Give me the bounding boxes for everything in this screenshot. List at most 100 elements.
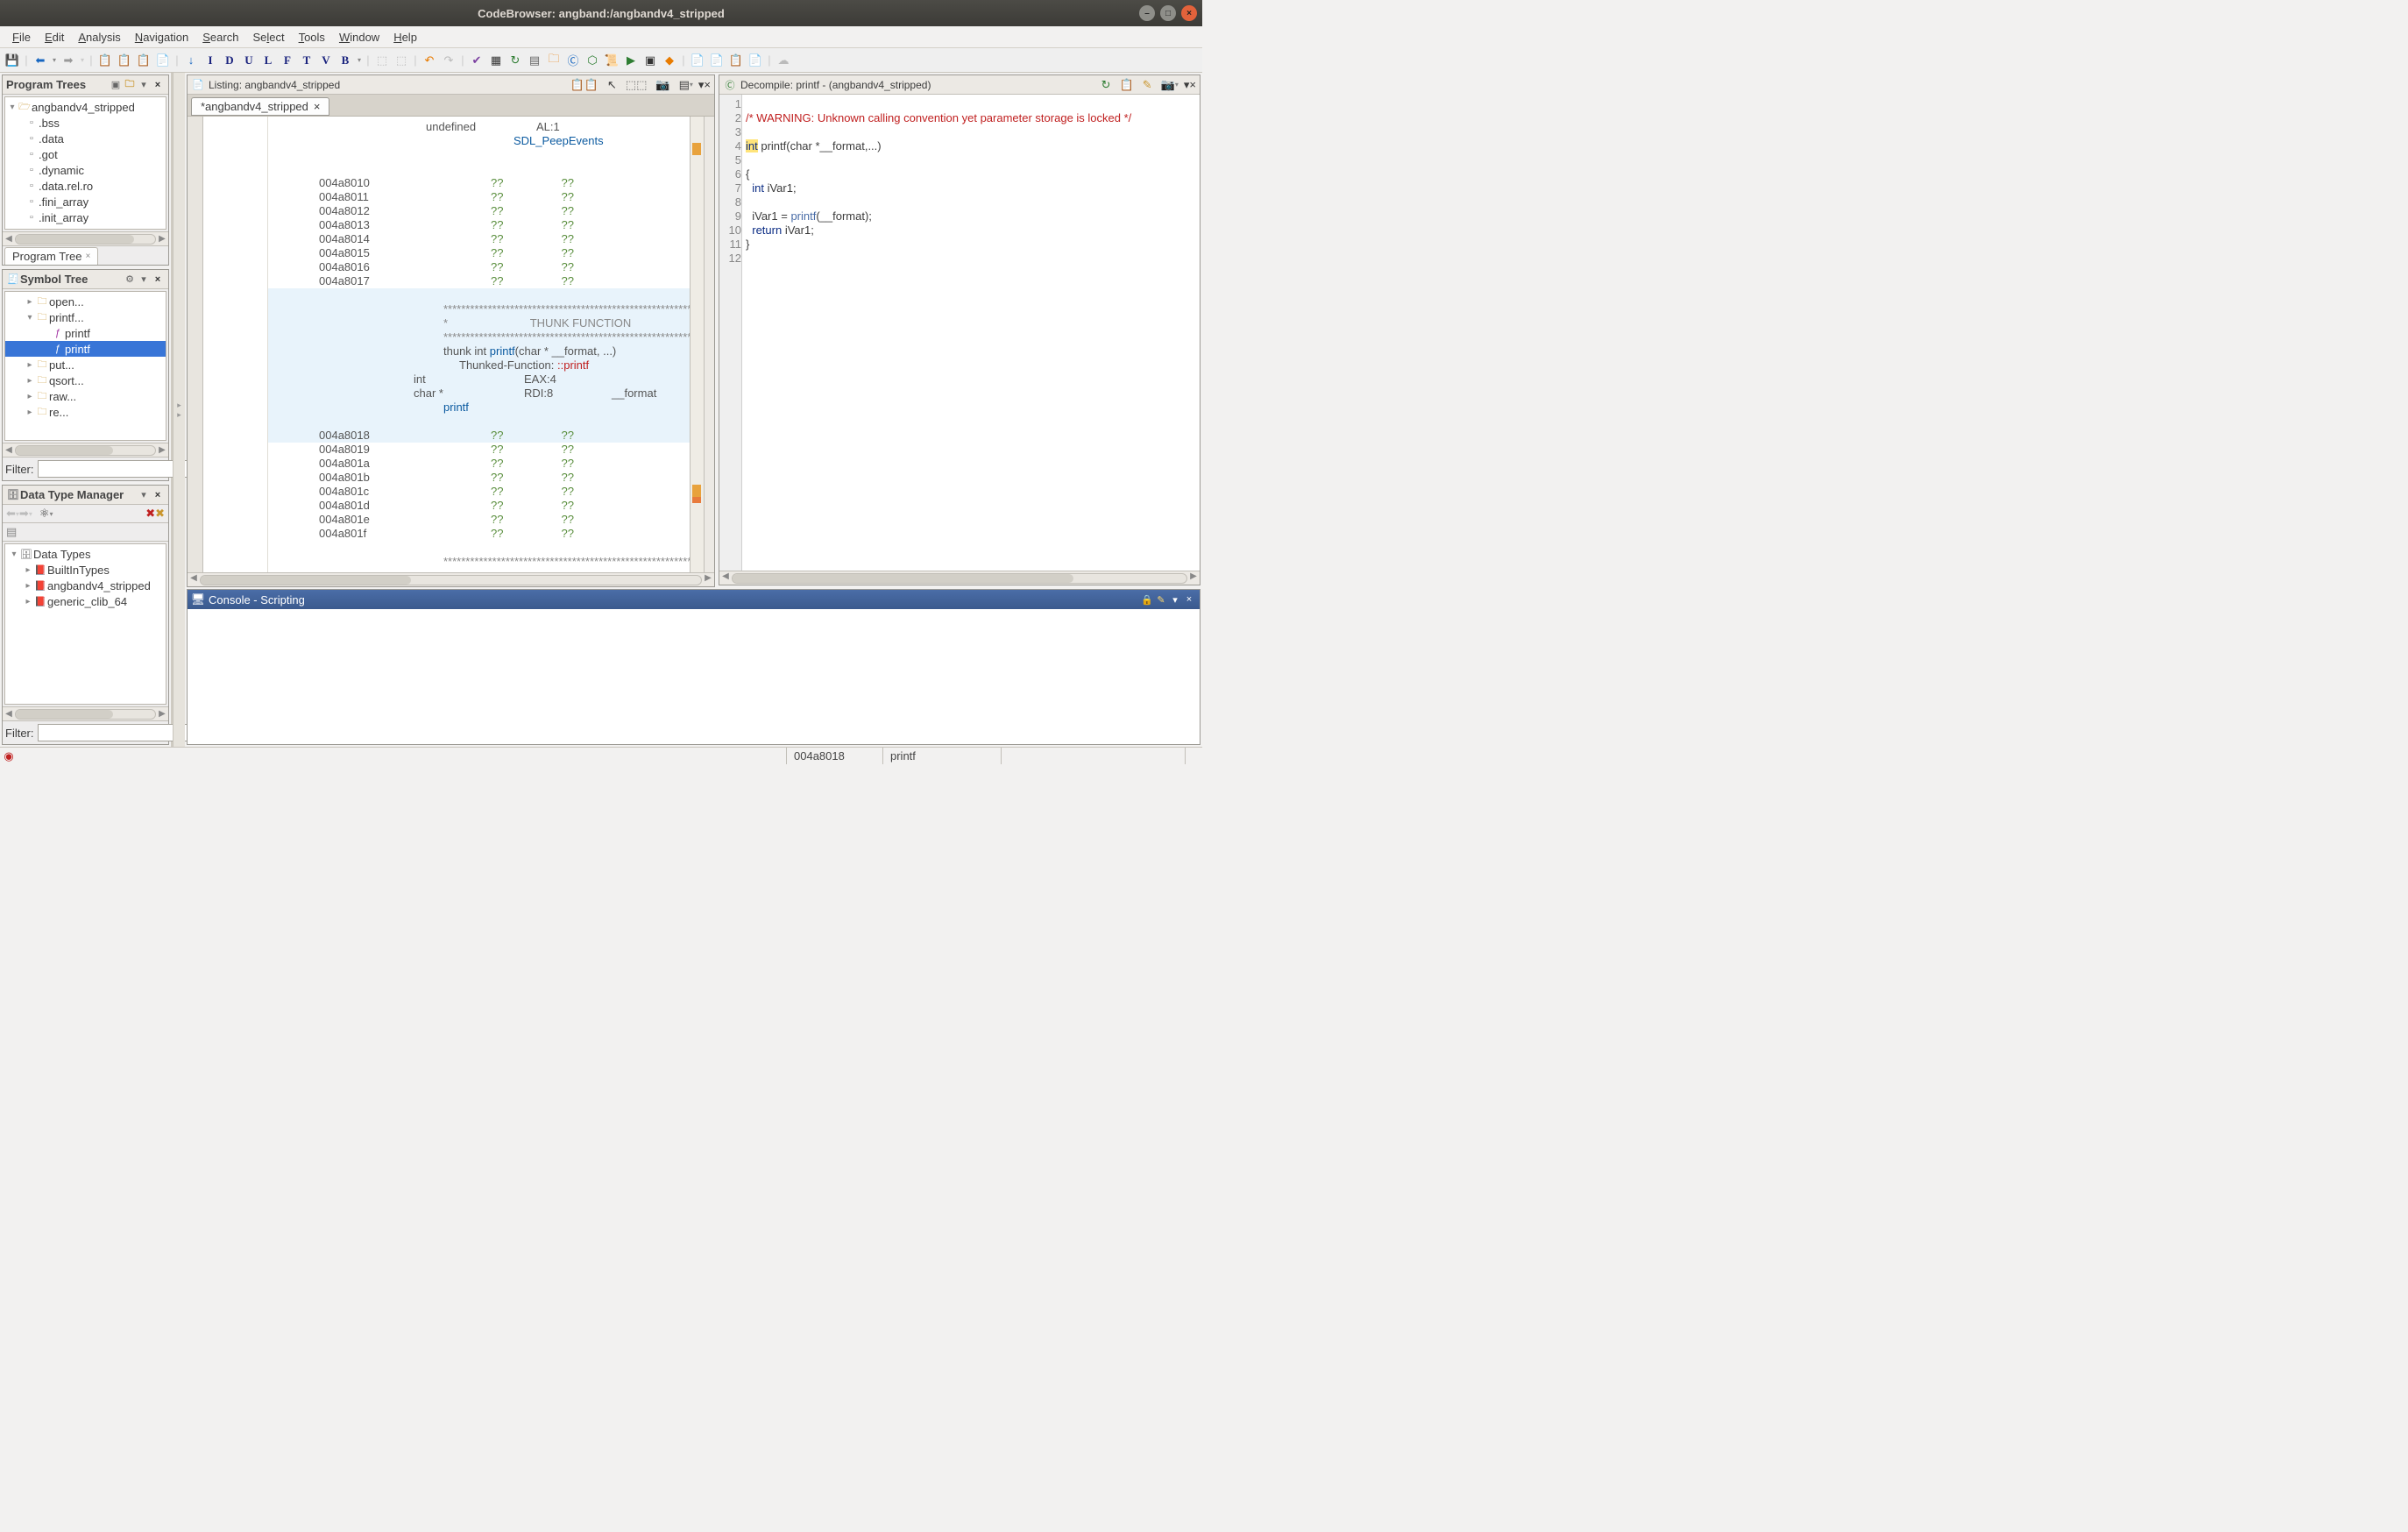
symbol-folder[interactable]: ▸🗀open... bbox=[5, 294, 166, 309]
graph-icon[interactable]: ⬡ bbox=[584, 52, 601, 69]
dtm-fwd-icon[interactable]: ➡ bbox=[19, 507, 29, 521]
decompile-code[interactable]: /* WARNING: Unknown calling convention y… bbox=[742, 95, 1200, 571]
console-close-icon[interactable]: × bbox=[1182, 592, 1196, 606]
menu-navigation[interactable]: Navigation bbox=[128, 28, 195, 46]
listing-overview[interactable] bbox=[690, 117, 704, 572]
nav-forward-icon[interactable]: ➡ bbox=[60, 52, 77, 69]
listing-diff2-icon[interactable]: ⬚ bbox=[636, 78, 647, 92]
menu-window[interactable]: Window bbox=[332, 28, 386, 46]
program-tree-tab[interactable]: Program Tree× bbox=[4, 247, 98, 265]
paste-icon[interactable]: 📋 bbox=[116, 52, 133, 69]
page-icon[interactable]: 📄 bbox=[154, 52, 172, 69]
symbol-folder[interactable]: ▸🗀qsort... bbox=[5, 372, 166, 388]
redo-icon[interactable]: ↷ bbox=[440, 52, 457, 69]
check-icon[interactable]: ✔ bbox=[468, 52, 485, 69]
menu-analysis[interactable]: Analysis bbox=[71, 28, 127, 46]
folder-icon[interactable]: 🗀 bbox=[545, 52, 563, 69]
nav-back-icon[interactable]: ⬅ bbox=[32, 52, 49, 69]
menu-tools[interactable]: Tools bbox=[292, 28, 332, 46]
program-trees-hscroll[interactable]: ◀▶ bbox=[3, 231, 168, 245]
symbol-tree-btn1-icon[interactable]: ⚙ bbox=[123, 273, 137, 287]
letter-i-icon[interactable]: I bbox=[202, 52, 219, 69]
window-close-button[interactable]: × bbox=[1181, 5, 1197, 21]
dtm-item[interactable]: ▸📕angbandv4_stripped bbox=[5, 578, 166, 593]
decompile-close-icon[interactable]: × bbox=[1189, 78, 1196, 91]
letter-b-dropdown-icon[interactable]: ▾ bbox=[356, 52, 363, 69]
console-menu-icon[interactable]: ▾ bbox=[1168, 592, 1182, 606]
console-edit-icon[interactable]: ✎ bbox=[1154, 592, 1168, 606]
dtm-x1-icon[interactable]: ✖ bbox=[145, 507, 155, 521]
tree-section[interactable]: ▫.bss bbox=[5, 115, 166, 131]
dtm-back-icon[interactable]: ⬅ bbox=[6, 507, 16, 521]
tree-section[interactable]: ▫.eh_frame bbox=[5, 225, 166, 230]
play-icon[interactable]: ▶ bbox=[622, 52, 640, 69]
redo-block-icon[interactable]: ⬚ bbox=[393, 52, 410, 69]
dtm-x2-icon[interactable]: ✖ bbox=[155, 507, 165, 521]
dtm-tree[interactable]: ▾🗄Data Types ▸📕BuiltInTypes▸📕angbandv4_s… bbox=[4, 543, 166, 705]
cloud-icon[interactable]: ☁ bbox=[775, 52, 792, 69]
program-trees-close-icon[interactable]: × bbox=[151, 78, 165, 92]
tree-section[interactable]: ▫.data.rel.ro bbox=[5, 178, 166, 194]
notes3-icon[interactable]: 📋 bbox=[727, 52, 745, 69]
bookmark-icon[interactable]: ◆ bbox=[661, 52, 678, 69]
dtm-close-icon[interactable]: × bbox=[151, 488, 165, 502]
refresh-icon[interactable]: ↻ bbox=[506, 52, 524, 69]
symbol-folder[interactable]: ▸🗀re... bbox=[5, 404, 166, 420]
dtm-dropdown-icon[interactable]: ▾ bbox=[137, 488, 151, 502]
decompile-hscroll[interactable]: ◀▶ bbox=[719, 571, 1200, 585]
dtm-item[interactable]: ▸📕BuiltInTypes bbox=[5, 562, 166, 578]
class-icon[interactable]: Ⓒ bbox=[564, 52, 582, 69]
symbol-folder[interactable]: ▸🗀raw... bbox=[5, 388, 166, 404]
letter-l-icon[interactable]: L bbox=[259, 52, 277, 69]
symbol-folder[interactable]: ▸🗀put... bbox=[5, 357, 166, 372]
window-maximize-button[interactable]: □ bbox=[1160, 5, 1176, 21]
program-trees-btn1-icon[interactable]: ▣ bbox=[109, 78, 123, 92]
notes2-icon[interactable]: 📄 bbox=[708, 52, 726, 69]
decompile-refresh-icon[interactable]: ↻ bbox=[1101, 78, 1111, 92]
letter-f-icon[interactable]: F bbox=[279, 52, 296, 69]
letter-d-icon[interactable]: D bbox=[221, 52, 238, 69]
listing-diff1-icon[interactable]: ⬚ bbox=[626, 78, 636, 92]
notes-icon[interactable]: 📄 bbox=[689, 52, 706, 69]
table-icon[interactable]: ▤ bbox=[526, 52, 543, 69]
console-body[interactable] bbox=[188, 609, 1200, 744]
menu-file[interactable]: File bbox=[5, 28, 38, 46]
window-minimize-button[interactable]: – bbox=[1139, 5, 1155, 21]
menu-edit[interactable]: Edit bbox=[38, 28, 71, 46]
menu-select[interactable]: Select bbox=[245, 28, 291, 46]
menu-search[interactable]: Search bbox=[195, 28, 245, 46]
nav-forward-dropdown-icon[interactable]: ▾ bbox=[79, 52, 86, 69]
tree-section[interactable]: ▫.init_array bbox=[5, 209, 166, 225]
letter-v-icon[interactable]: V bbox=[317, 52, 335, 69]
decompile-copy-icon[interactable]: 📋 bbox=[1120, 78, 1134, 92]
console-lock-icon[interactable]: 🔒 bbox=[1140, 592, 1154, 606]
copy-icon[interactable]: 📋 bbox=[96, 52, 114, 69]
save-icon[interactable]: 💾 bbox=[4, 52, 21, 69]
arrow-down-icon[interactable]: ↓ bbox=[182, 52, 200, 69]
monitor-icon[interactable]: ▣ bbox=[641, 52, 659, 69]
dtm-list-icon[interactable]: ▤ bbox=[6, 525, 17, 538]
program-tree-tab-close-icon[interactable]: × bbox=[85, 252, 90, 261]
nav-back-dropdown-icon[interactable]: ▾ bbox=[51, 52, 58, 69]
decompile-edit-icon[interactable]: ✎ bbox=[1143, 78, 1152, 92]
listing-close-icon[interactable]: × bbox=[704, 78, 711, 91]
symbol-tree[interactable]: ▸🗀open...▾🗀printf...ƒprintfƒprintf▸🗀put.… bbox=[4, 291, 166, 441]
tree-section[interactable]: ▫.dynamic bbox=[5, 162, 166, 178]
chip-icon[interactable]: ▦ bbox=[487, 52, 505, 69]
listing-copy-icon[interactable]: 📋 bbox=[570, 78, 584, 92]
notes4-icon[interactable]: 📄 bbox=[747, 52, 764, 69]
program-trees-btn2-icon[interactable]: 🗀 bbox=[123, 78, 137, 92]
letter-b-icon[interactable]: B bbox=[336, 52, 354, 69]
symbol-folder[interactable]: ▾🗀printf... bbox=[5, 309, 166, 325]
listing-file-tab[interactable]: *angbandv4_stripped × bbox=[191, 97, 329, 116]
tree-section[interactable]: ▫.fini_array bbox=[5, 194, 166, 209]
undo-icon[interactable]: ↶ bbox=[421, 52, 438, 69]
menu-help[interactable]: Help bbox=[386, 28, 424, 46]
program-trees-btn3-icon[interactable]: ▾ bbox=[137, 78, 151, 92]
letter-t-icon[interactable]: T bbox=[298, 52, 315, 69]
listing-paste-icon[interactable]: 📋 bbox=[584, 78, 598, 92]
symbol-tree-hscroll[interactable]: ◀▶ bbox=[3, 443, 168, 457]
symbol-fn[interactable]: ƒprintf bbox=[5, 341, 166, 357]
program-trees-tree[interactable]: ▾🗁angbandv4_stripped ▫.bss▫.data▫.got▫.d… bbox=[4, 96, 166, 230]
dtm-hscroll[interactable]: ◀▶ bbox=[3, 706, 168, 720]
